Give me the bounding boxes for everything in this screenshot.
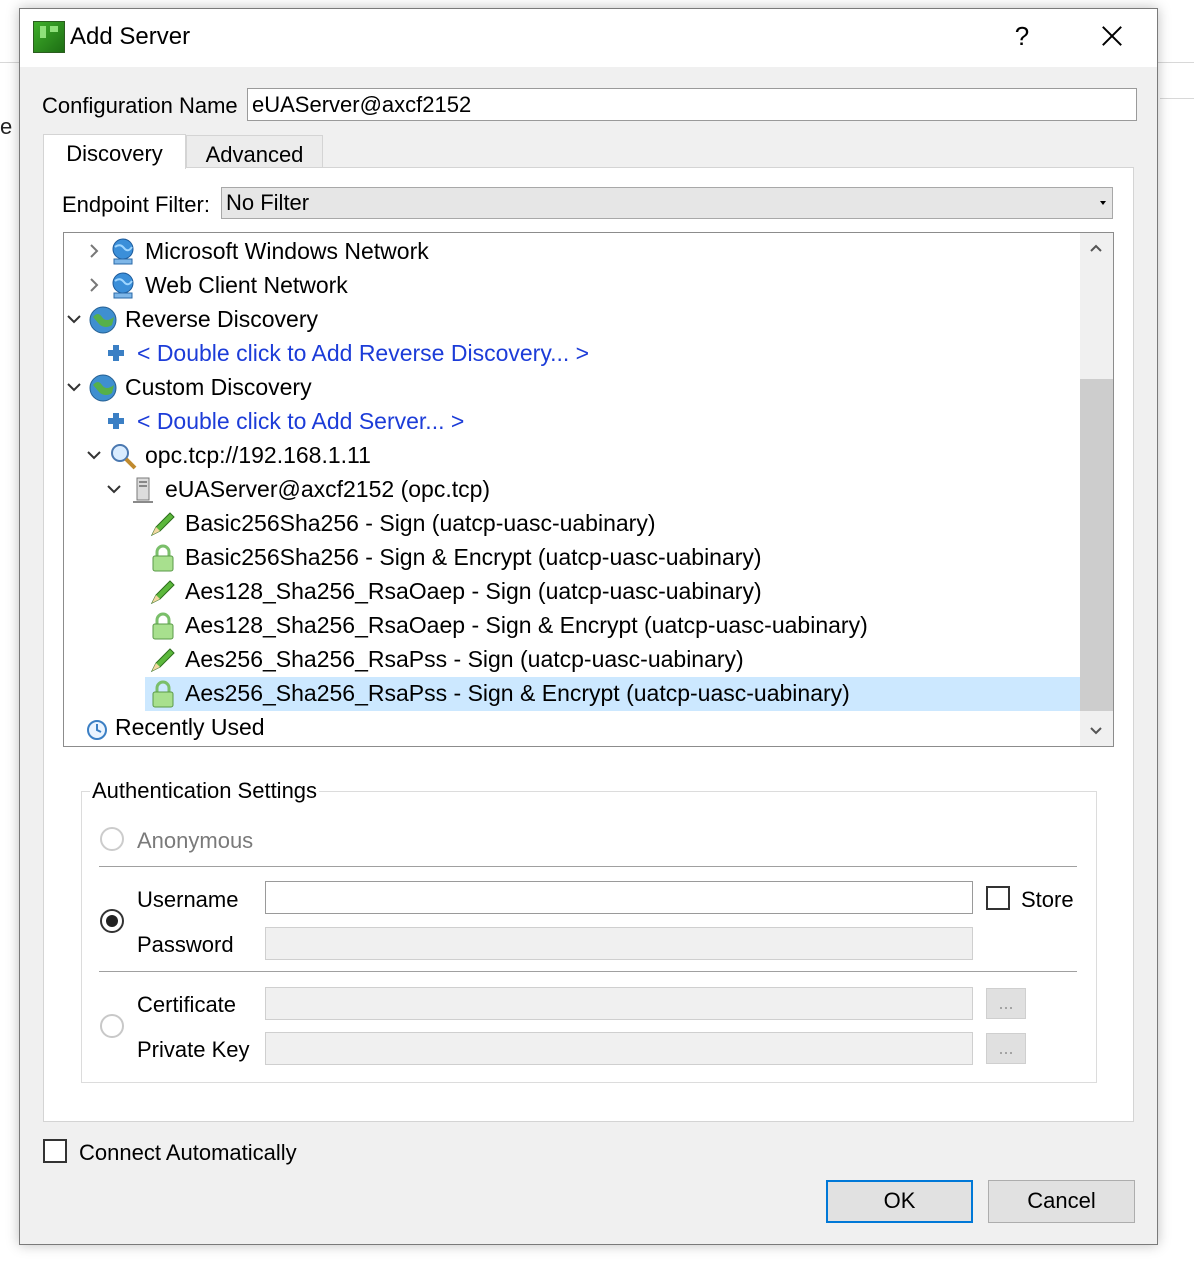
username-password-radio[interactable] <box>100 909 124 933</box>
lock-icon <box>152 680 174 708</box>
scrollbar-thumb[interactable] <box>1080 379 1113 711</box>
certificate-input[interactable] <box>265 987 973 1020</box>
tree-item-label: opc.tcp://192.168.1.11 <box>145 442 371 468</box>
chevron-right-icon[interactable] <box>86 243 102 259</box>
tree-item-label: Recently Used <box>115 714 265 740</box>
magnifier-icon <box>111 444 137 470</box>
lock-icon <box>152 544 174 572</box>
chevron-down-icon[interactable] <box>66 379 82 395</box>
tree-item-label: Basic256Sha256 - Sign & Encrypt (uatcp-u… <box>185 544 762 570</box>
endpoint-filter-value: No Filter <box>226 190 310 215</box>
server-icon <box>133 477 153 503</box>
tree-scrollbar[interactable] <box>1080 233 1113 746</box>
chevron-up-icon[interactable] <box>1089 243 1103 253</box>
private-key-input[interactable] <box>265 1032 973 1065</box>
tree-item-recently-used[interactable]: Recently Used <box>64 711 1080 745</box>
tab-discovery[interactable]: Discovery <box>43 134 186 169</box>
tree-item-label: Aes256_Sha256_RsaPss - Sign (uatcp-uasc-… <box>185 646 744 672</box>
tree-item-label: Reverse Discovery <box>125 306 318 332</box>
tree-item-endpoint-selected[interactable]: Aes256_Sha256_RsaPss - Sign & Encrypt (u… <box>64 677 1080 711</box>
cancel-button[interactable]: Cancel <box>988 1180 1135 1223</box>
tree-item-label: Aes128_Sha256_RsaOaep - Sign & Encrypt (… <box>185 612 868 638</box>
connect-automatically-checkbox[interactable] <box>43 1139 67 1163</box>
chevron-down-icon[interactable] <box>1089 726 1103 736</box>
tree-item-label: Basic256Sha256 - Sign (uatcp-uasc-uabina… <box>185 510 656 536</box>
browse-certificate-button[interactable]: ... <box>986 988 1026 1019</box>
tree-item-endpoint[interactable]: Aes128_Sha256_RsaOaep - Sign (uatcp-uasc… <box>64 575 1080 609</box>
plus-icon <box>108 345 124 361</box>
browse-private-key-button[interactable]: ... <box>986 1033 1026 1064</box>
network-globe-icon <box>112 272 134 299</box>
endpoint-filter-label: Endpoint Filter: <box>62 192 210 217</box>
pencil-icon <box>150 512 175 537</box>
tree-item-discovery-url[interactable]: opc.tcp://192.168.1.11 <box>64 439 1080 473</box>
certificate-radio[interactable] <box>100 1014 124 1038</box>
add-server-dialog: Add Server ? Configuration Name Discover… <box>19 8 1158 1245</box>
pencil-icon <box>150 648 175 673</box>
username-label: Username <box>137 887 239 912</box>
background-text: e <box>0 114 13 139</box>
tree-item-endpoint[interactable]: Basic256Sha256 - Sign & Encrypt (uatcp-u… <box>64 541 1080 575</box>
username-input[interactable] <box>265 881 973 914</box>
tree-item-microsoft-network[interactable]: Microsoft Windows Network <box>64 235 1080 269</box>
anonymous-label: Anonymous <box>137 828 254 853</box>
globe-icon <box>89 374 117 402</box>
window-title: Add Server <box>70 23 191 50</box>
chevron-right-icon[interactable] <box>86 277 102 293</box>
tree-item-add-server[interactable]: < Double click to Add Server... > <box>64 405 1080 439</box>
anonymous-radio[interactable] <box>100 827 124 851</box>
chevron-down-icon[interactable] <box>86 447 102 463</box>
help-button[interactable]: ? <box>1010 21 1034 52</box>
tree-item-web-client-network[interactable]: Web Client Network <box>64 269 1080 303</box>
add-server-link[interactable]: < Double click to Add Server... > <box>137 408 464 435</box>
pencil-icon <box>150 580 175 605</box>
password-label: Password <box>137 932 234 957</box>
endpoint-filter-dropdown[interactable]: No Filter <box>221 187 1113 219</box>
tree-item-add-reverse-discovery[interactable]: < Double click to Add Reverse Discovery.… <box>64 337 1080 371</box>
separator <box>99 971 1077 972</box>
close-icon[interactable] <box>1095 17 1129 55</box>
chevron-down-icon[interactable] <box>66 311 82 327</box>
tree-item-custom-discovery[interactable]: Custom Discovery <box>64 371 1080 405</box>
store-checkbox[interactable] <box>986 886 1010 910</box>
separator <box>99 866 1077 867</box>
connect-automatically-label: Connect Automatically <box>79 1140 297 1165</box>
clock-icon <box>87 720 107 740</box>
background-divider <box>1160 98 1194 99</box>
server-tree[interactable]: Microsoft Windows Network Web Client Net… <box>63 232 1114 747</box>
network-globe-icon <box>112 238 134 265</box>
globe-icon <box>89 306 117 334</box>
plus-icon <box>108 413 124 429</box>
add-reverse-discovery-link[interactable]: < Double click to Add Reverse Discovery.… <box>137 340 589 367</box>
tree-item-label: eUAServer@axcf2152 (opc.tcp) <box>165 476 491 502</box>
uaexpert-app-icon <box>33 21 65 53</box>
tree-item-label: Web Client Network <box>145 272 348 298</box>
chevron-down-icon[interactable] <box>106 481 122 497</box>
tree-item-reverse-discovery[interactable]: Reverse Discovery <box>64 303 1080 337</box>
private-key-label: Private Key <box>137 1037 250 1062</box>
authentication-settings-title: Authentication Settings <box>90 778 320 804</box>
tree-item-endpoint[interactable]: Aes128_Sha256_RsaOaep - Sign & Encrypt (… <box>64 609 1080 643</box>
configuration-name-label: Configuration Name <box>42 93 238 118</box>
chevron-down-icon <box>1100 201 1106 205</box>
tree-item-endpoint[interactable]: Basic256Sha256 - Sign (uatcp-uasc-uabina… <box>64 507 1080 541</box>
tree-item-endpoint[interactable]: Aes256_Sha256_RsaPss - Sign (uatcp-uasc-… <box>64 643 1080 677</box>
tree-item-label: Microsoft Windows Network <box>145 238 429 264</box>
store-label: Store <box>1021 887 1074 912</box>
configuration-name-input[interactable] <box>247 88 1137 121</box>
tree-item-server[interactable]: eUAServer@axcf2152 (opc.tcp) <box>64 473 1080 507</box>
lock-icon <box>152 612 174 640</box>
tree-item-label: Custom Discovery <box>125 374 312 400</box>
tree-item-label: Aes128_Sha256_RsaOaep - Sign (uatcp-uasc… <box>185 578 762 604</box>
ok-button[interactable]: OK <box>826 1180 973 1223</box>
title-bar: Add Server ? <box>20 9 1157 67</box>
certificate-label: Certificate <box>137 992 237 1017</box>
tab-advanced[interactable]: Advanced <box>186 135 323 168</box>
password-input[interactable] <box>265 927 973 960</box>
tree-item-label: Aes256_Sha256_RsaPss - Sign & Encrypt (u… <box>185 680 850 706</box>
